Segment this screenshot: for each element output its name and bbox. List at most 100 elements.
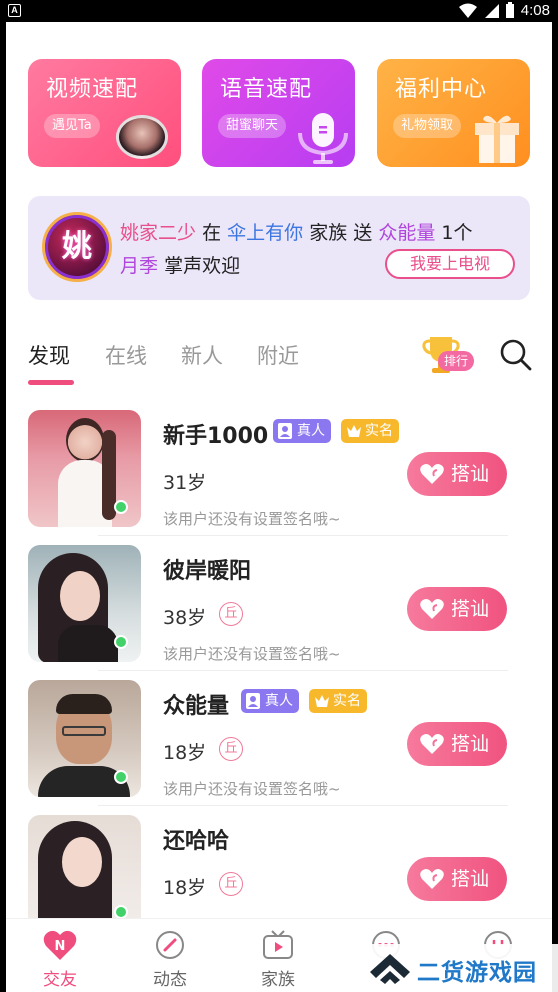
heart-chat-icon xyxy=(420,734,444,754)
online-status-dot xyxy=(114,770,128,784)
person-icon xyxy=(278,423,292,439)
tab-nearby[interactable]: 附近 xyxy=(257,340,299,370)
card-subtitle: 礼物领取 xyxy=(393,114,462,138)
user-age: 18岁 xyxy=(163,877,207,899)
nav-label: 家族 xyxy=(261,970,295,990)
tv-icon xyxy=(263,930,293,959)
badge-label: 真人 xyxy=(297,423,325,439)
family-badge: 姚 xyxy=(42,212,112,282)
crown-icon xyxy=(315,695,329,707)
level-badge: 丘 xyxy=(219,872,243,896)
online-status-dot xyxy=(114,635,128,649)
greet-button[interactable]: 搭讪 xyxy=(407,857,507,901)
signal-icon xyxy=(484,3,499,18)
broadcast-line-1: 姚家二少 在 伞上有你 家族 送 众能量 1个 xyxy=(120,218,472,245)
avatar xyxy=(116,115,168,159)
level-badge: 丘 xyxy=(219,602,243,626)
battery-icon xyxy=(505,2,514,18)
heart-chat-icon xyxy=(420,869,444,889)
user-list-item[interactable]: 众能量 真人 实名 18岁 丘 该用户还没有设置签名哦~ 搭讪 xyxy=(28,680,530,810)
user-signature: 该用户还没有设置签名哦~ xyxy=(163,510,341,528)
watermark-text: 二货游戏园 xyxy=(417,960,537,986)
feature-cards: 视频速配 遇见Ta 语音速配 甜蜜聊天 福利中心 礼物领取 xyxy=(28,59,530,167)
greet-label: 搭讪 xyxy=(451,598,490,620)
online-status-dot xyxy=(114,905,128,919)
user-name: 彼岸暖阳 xyxy=(163,559,252,584)
microphone-icon xyxy=(298,113,348,164)
verified-badge: 实名 xyxy=(341,419,399,443)
tab-discover[interactable]: 发现 xyxy=(28,340,70,370)
user-name: 众能量 xyxy=(163,694,230,719)
greet-button[interactable]: 搭讪 xyxy=(407,722,507,766)
svg-text:N: N xyxy=(55,939,66,954)
welfare-center-card[interactable]: 福利中心 礼物领取 xyxy=(377,59,530,167)
person-icon xyxy=(246,693,260,709)
card-title: 视频速配 xyxy=(46,77,139,102)
chevron-logo-icon xyxy=(370,954,410,984)
greet-button[interactable]: 搭讪 xyxy=(407,452,507,496)
watermark: 二货游戏园 xyxy=(362,944,558,992)
nav-label: 动态 xyxy=(153,970,187,990)
card-subtitle: 遇见Ta xyxy=(44,114,100,138)
search-icon[interactable] xyxy=(499,338,533,372)
text-send: 送 xyxy=(353,222,373,244)
sender-name: 姚家二少 xyxy=(120,222,197,244)
active-tab-indicator xyxy=(28,380,74,385)
clock: 4:08 xyxy=(520,2,550,19)
ranking-label: 排行 xyxy=(438,351,475,371)
badge-text: 姚 xyxy=(62,229,92,264)
gift-name-2: 月季 xyxy=(120,255,159,277)
heart-n-icon: N xyxy=(43,930,77,960)
card-title: 福利中心 xyxy=(395,77,488,102)
app-screen: 视频速配 遇见Ta 语音速配 甜蜜聊天 福利中心 礼物领取 姚 姚家二少 在 伞… xyxy=(6,22,552,992)
card-subtitle: 甜蜜聊天 xyxy=(218,114,287,138)
user-age: 38岁 xyxy=(163,607,207,629)
gift-name: 众能量 xyxy=(378,222,436,244)
divider xyxy=(98,535,508,536)
app-notification-icon: A xyxy=(8,4,21,17)
text-family: 家族 xyxy=(309,222,348,244)
user-list-item[interactable]: 新手1000 真人 实名 31岁 该用户还没有设置签名哦~ 搭讪 xyxy=(28,410,530,540)
heart-chat-icon xyxy=(420,464,444,484)
ranking-button[interactable]: 排行 xyxy=(422,335,484,375)
greet-label: 搭讪 xyxy=(451,733,490,755)
gift-box-icon xyxy=(475,115,519,163)
crown-icon xyxy=(347,425,361,437)
online-status-dot xyxy=(114,500,128,514)
status-bar: A 4:08 xyxy=(0,0,558,22)
divider xyxy=(98,805,508,806)
broadcast-line-2: 月季 掌声欢迎 xyxy=(120,251,240,278)
gift-count: 1个 xyxy=(441,222,473,244)
real-person-badge: 真人 xyxy=(241,689,299,713)
voice-match-card[interactable]: 语音速配 甜蜜聊天 xyxy=(202,59,355,167)
verified-badge: 实名 xyxy=(309,689,367,713)
nav-item-friends[interactable]: N 交友 xyxy=(20,919,100,992)
wifi-icon xyxy=(458,3,477,18)
badge-label: 实名 xyxy=(333,693,361,709)
tab-new[interactable]: 新人 xyxy=(181,340,223,370)
greet-label: 搭讪 xyxy=(451,463,490,485)
broadcast-banner[interactable]: 姚 姚家二少 在 伞上有你 家族 送 众能量 1个 月季 掌声欢迎 我要上电视 xyxy=(28,196,530,300)
user-age: 18岁 xyxy=(163,742,207,764)
family-name: 伞上有你 xyxy=(227,222,304,244)
greet-button[interactable]: 搭讪 xyxy=(407,587,507,631)
nav-item-moments[interactable]: 动态 xyxy=(130,919,210,992)
nav-label: 交友 xyxy=(43,970,77,990)
user-signature: 该用户还没有设置签名哦~ xyxy=(163,780,341,798)
heart-chat-icon xyxy=(420,599,444,619)
greet-label: 搭讪 xyxy=(451,868,490,890)
user-list-item[interactable]: 彼岸暖阳 38岁 丘 该用户还没有设置签名哦~ 搭讪 xyxy=(28,545,530,675)
divider xyxy=(98,670,508,671)
discover-tabs: 发现 在线 新人 附近 xyxy=(28,340,328,390)
user-name: 还哈哈 xyxy=(163,829,230,854)
video-match-card[interactable]: 视频速配 遇见Ta xyxy=(28,59,181,167)
level-badge: 丘 xyxy=(219,737,243,761)
applause-text: 掌声欢迎 xyxy=(164,255,241,277)
go-on-tv-button[interactable]: 我要上电视 xyxy=(385,249,515,279)
tab-online[interactable]: 在线 xyxy=(105,340,147,370)
badge-label: 实名 xyxy=(365,423,393,439)
user-age: 31岁 xyxy=(163,472,207,494)
nav-item-family[interactable]: 家族 xyxy=(238,919,318,992)
badge-label: 真人 xyxy=(265,693,293,709)
card-title: 语音速配 xyxy=(220,77,313,102)
